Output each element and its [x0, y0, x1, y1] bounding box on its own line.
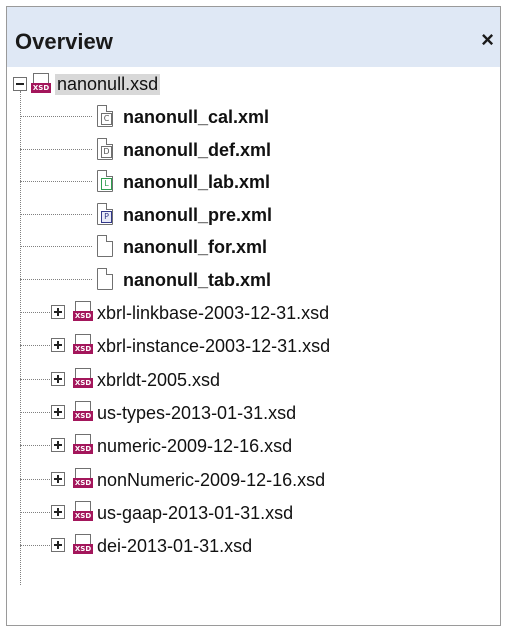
xsd-file-icon: XSD — [73, 334, 93, 356]
tree-connector — [20, 378, 50, 380]
linkbase-file-icon: D — [97, 137, 113, 160]
tree-connector — [20, 246, 92, 247]
import-label[interactable]: xbrldt-2005.xsd — [97, 370, 220, 391]
linkbase-label[interactable]: nanonull_tab.xml — [123, 270, 271, 291]
import-row[interactable]: XSD numeric-2009-12-16.xsd — [7, 430, 500, 460]
expand-icon[interactable] — [51, 438, 65, 453]
import-row[interactable]: XSD xbrl-linkbase-2003-12-31.xsd — [7, 297, 500, 327]
import-label[interactable]: dei-2013-01-31.xsd — [97, 536, 252, 557]
import-row[interactable]: XSD xbrldt-2005.xsd — [7, 364, 500, 394]
panel-header: Overview × — [7, 7, 500, 67]
expand-icon[interactable] — [51, 538, 65, 553]
xsd-file-icon: XSD — [73, 367, 93, 390]
tree-root-row[interactable]: XSD nanonull.xsd — [7, 69, 500, 99]
import-label[interactable]: xbrl-instance-2003-12-31.xsd — [97, 336, 330, 357]
tree-connector — [20, 511, 50, 513]
linkbase-label[interactable]: nanonull_def.xml — [123, 140, 271, 161]
linkbase-row[interactable]: Cnanonull_cal.xml — [7, 101, 500, 131]
tree-connector — [20, 116, 92, 117]
xsd-file-icon: XSD — [73, 434, 93, 456]
tree-connector — [20, 213, 92, 215]
tree-connector — [20, 445, 50, 447]
linkbase-row[interactable]: nanonull_tab.xml — [7, 264, 500, 294]
xsd-file-icon: XSD — [73, 467, 93, 490]
collapse-icon[interactable] — [13, 77, 27, 91]
import-label[interactable]: xbrl-linkbase-2003-12-31.xsd — [97, 303, 329, 324]
import-row[interactable]: XSD xbrl-instance-2003-12-31.xsd — [7, 330, 500, 360]
panel-title: Overview — [15, 29, 113, 54]
linkbase-file-icon: L — [97, 170, 113, 192]
import-label[interactable]: numeric-2009-12-16.xsd — [97, 436, 292, 457]
linkbase-label[interactable]: nanonull_cal.xml — [123, 107, 269, 128]
linkbase-label[interactable]: nanonull_lab.xml — [123, 172, 270, 193]
import-row[interactable]: XSD us-types-2013-01-31.xsd — [7, 397, 500, 427]
xsd-file-icon: XSD — [73, 400, 93, 423]
linkbase-row[interactable]: Lnanonull_lab.xml — [7, 166, 500, 196]
tree-connector — [20, 478, 50, 480]
linkbase-row[interactable]: Dnanonull_def.xml — [7, 134, 500, 164]
linkbase-file-icon: P — [97, 202, 113, 225]
tree-connector — [20, 345, 50, 347]
expand-icon[interactable] — [51, 338, 65, 353]
import-row[interactable]: XSD nonNumeric-2009-12-16.xsd — [7, 464, 500, 494]
tree-connector — [20, 181, 92, 182]
overview-panel: Overview × XSD nanonull.xsd Cnanonull_ca… — [6, 6, 501, 626]
import-label[interactable]: us-types-2013-01-31.xsd — [97, 403, 296, 424]
tree-connector — [20, 312, 50, 313]
blank-file-icon — [97, 235, 113, 257]
expand-icon[interactable] — [51, 471, 65, 486]
xsd-file-icon: XSD — [31, 73, 51, 95]
expand-icon[interactable] — [51, 305, 65, 319]
import-row[interactable]: XSD dei-2013-01-31.xsd — [7, 530, 500, 560]
linkbase-label[interactable]: nanonull_for.xml — [123, 237, 267, 258]
expand-icon[interactable] — [51, 404, 65, 419]
xsd-file-icon: XSD — [73, 534, 93, 556]
file-tree: XSD nanonull.xsd Cnanonull_cal.xml Dnanon… — [7, 67, 500, 625]
linkbase-file-icon: C — [97, 105, 113, 127]
blank-file-icon — [97, 267, 113, 290]
linkbase-row[interactable]: Pnanonull_pre.xml — [7, 199, 500, 229]
tree-connector — [20, 278, 92, 280]
tree-connector — [20, 148, 92, 150]
tree-connector — [20, 545, 50, 547]
import-row[interactable]: XSD us-gaap-2013-01-31.xsd — [7, 497, 500, 527]
close-icon[interactable]: × — [481, 27, 494, 53]
linkbase-label[interactable]: nanonull_pre.xml — [123, 205, 272, 226]
tree-root-label[interactable]: nanonull.xsd — [55, 74, 161, 95]
expand-icon[interactable] — [51, 371, 65, 386]
linkbase-row[interactable]: nanonull_for.xml — [7, 231, 500, 261]
import-label[interactable]: us-gaap-2013-01-31.xsd — [97, 503, 293, 524]
xsd-file-icon: XSD — [73, 301, 93, 323]
xsd-file-icon: XSD — [73, 500, 93, 523]
expand-icon[interactable] — [51, 504, 65, 519]
tree-connector — [20, 411, 50, 413]
import-label[interactable]: nonNumeric-2009-12-16.xsd — [97, 470, 325, 491]
